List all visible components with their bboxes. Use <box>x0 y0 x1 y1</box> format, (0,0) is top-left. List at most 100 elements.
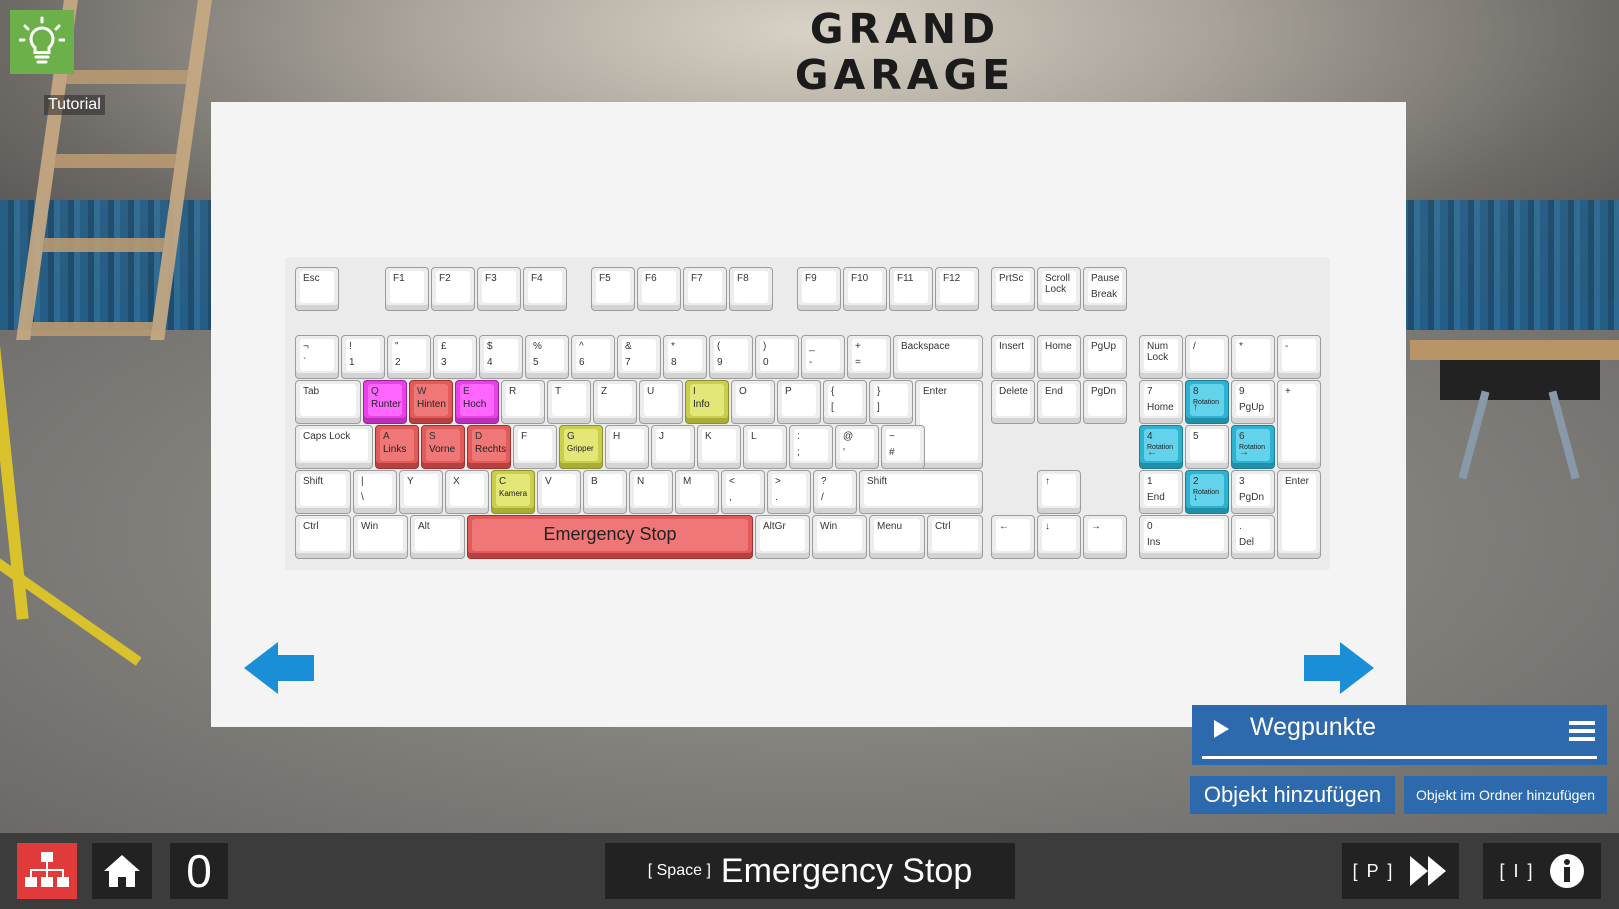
workbench <box>1410 330 1619 480</box>
arrow-left-icon[interactable] <box>244 642 316 694</box>
waypoints-title: Wegpunkte <box>1250 713 1377 741</box>
key-alt: Alt <box>410 515 465 559</box>
emergency-key-hint: [ Space ] <box>647 862 711 879</box>
emergency-stop-label: Emergency Stop <box>720 851 973 890</box>
key-x: X <box>445 470 489 514</box>
key-pgdn: PgDn <box>1083 380 1127 424</box>
key-f11: F11 <box>889 267 933 311</box>
key-d-rechts: D Rechts <box>467 425 511 469</box>
key-slash: ? / <box>813 470 857 514</box>
play-icon[interactable] <box>1214 720 1229 738</box>
key-num-2-rotation-down: 2 Rotation ↓ <box>1185 470 1229 514</box>
key-e-hoch: E Hoch <box>455 380 499 424</box>
add-object-button[interactable]: Objekt hinzufügen <box>1190 776 1395 814</box>
key-f6: F6 <box>637 267 681 311</box>
key-num-5: 5 <box>1185 425 1229 469</box>
key-altgr: AltGr <box>755 515 810 559</box>
key-u: U <box>639 380 683 424</box>
key-pause: Pause Break <box>1083 267 1127 311</box>
grand-garage-logo: GRAND GARAGE <box>780 6 1030 98</box>
tutorial-button[interactable] <box>10 10 74 74</box>
key-num-plus: + <box>1277 380 1321 469</box>
logo-line-1: GRAND <box>809 5 1001 53</box>
play-key-hint: [ P ] <box>1352 860 1395 881</box>
key-insert: Insert <box>991 335 1035 379</box>
key-ctrl-left: Ctrl <box>295 515 351 559</box>
key-num-3: 3 PgDn <box>1231 470 1275 514</box>
keyboard-layout: Esc F1 F2 F3 F4 F5 F6 F7 F8 F9 F10 F11 F… <box>285 257 1330 570</box>
key-4: $4 <box>479 335 523 379</box>
hamburger-menu-icon[interactable] <box>1569 721 1595 741</box>
key-enter: Enter <box>915 380 983 469</box>
key-7: & 7 <box>617 335 661 379</box>
logo-line-2: GARAGE <box>794 51 1016 99</box>
key-num-7: 7 Home <box>1139 380 1183 424</box>
emergency-stop-hint[interactable]: [ Space ] Emergency Stop <box>605 843 1015 899</box>
key-minus: _ - <box>801 335 845 379</box>
key-backspace: Backspace <box>893 335 983 379</box>
key-f12: F12 <box>935 267 979 311</box>
key-home: Home <box>1037 335 1081 379</box>
key-delete: Delete <box>991 380 1035 424</box>
info-button[interactable]: [ I ] <box>1483 843 1601 899</box>
key-v: V <box>537 470 581 514</box>
key-f8: F8 <box>729 267 773 311</box>
info-key-hint: [ I ] <box>1499 860 1535 881</box>
key-num-enter: Enter <box>1277 470 1321 559</box>
key-c-kamera: C Kamera <box>491 470 535 514</box>
key-esc: Esc <box>295 267 339 311</box>
key-pgup: PgUp <box>1083 335 1127 379</box>
lightbulb-icon <box>19 16 65 64</box>
key-semicolon: :; <box>789 425 833 469</box>
key-2: " 2 <box>387 335 431 379</box>
key-g-gripper: G Gripper <box>559 425 603 469</box>
key-prtsc: PrtSc <box>991 267 1035 311</box>
hierarchy-button[interactable] <box>17 843 77 899</box>
key-arrow-left: ← <box>991 515 1035 559</box>
home-button[interactable] <box>92 843 152 899</box>
add-object-folder-button[interactable]: Objekt im Ordner hinzufügen <box>1404 776 1607 814</box>
home-icon <box>104 855 140 887</box>
key-space-emergency-stop: Emergency Stop <box>467 515 753 559</box>
key-comma: <, <box>721 470 765 514</box>
key-hash: ~ # <box>881 425 925 469</box>
key-r: R <box>501 380 545 424</box>
key-y: Y <box>399 470 443 514</box>
key-equals: + = <box>847 335 891 379</box>
key-end: End <box>1037 380 1081 424</box>
key-q-runter: Q Runter <box>363 380 407 424</box>
key-f4: F4 <box>523 267 567 311</box>
key-num-6-rotation-right: 6 Rotation → <box>1231 425 1275 469</box>
key-0: ) 0 <box>755 335 799 379</box>
play-button[interactable]: [ P ] <box>1342 843 1459 899</box>
key-1: ! 1 <box>341 335 385 379</box>
key-num-minus: - <box>1277 335 1321 379</box>
object-counter: 0 <box>170 843 228 899</box>
tutorial-label: Tutorial <box>44 95 105 115</box>
key-o: O <box>731 380 775 424</box>
info-icon <box>1549 854 1584 888</box>
key-win-left: Win <box>353 515 408 559</box>
key-b: B <box>583 470 627 514</box>
key-s-vorne: S Vorne <box>421 425 465 469</box>
key-lbracket: {[ <box>823 380 867 424</box>
key-tab: Tab <box>295 380 361 424</box>
key-f5: F5 <box>591 267 635 311</box>
key-num-8-rotation-up: 8 Rotation ↑ <box>1185 380 1229 424</box>
waypoints-panel[interactable]: Wegpunkte <box>1192 705 1607 765</box>
key-quote: @ ' <box>835 425 879 469</box>
key-shift-left: Shift <box>295 470 351 514</box>
key-ctrl-right: Ctrl <box>927 515 983 559</box>
key-shift-right: Shift <box>859 470 983 514</box>
key-num-dot: . Del <box>1231 515 1275 559</box>
key-t: T <box>547 380 591 424</box>
fast-forward-icon <box>1410 856 1447 886</box>
key-6: ^ 6 <box>571 335 615 379</box>
key-f10: F10 <box>843 267 887 311</box>
key-win-right: Win <box>812 515 867 559</box>
key-j: J <box>651 425 695 469</box>
key-z: Z <box>593 380 637 424</box>
key-num-multiply: * <box>1231 335 1275 379</box>
key-scroll-lock: Scroll Lock <box>1037 267 1081 311</box>
arrow-right-icon[interactable] <box>1302 642 1374 694</box>
